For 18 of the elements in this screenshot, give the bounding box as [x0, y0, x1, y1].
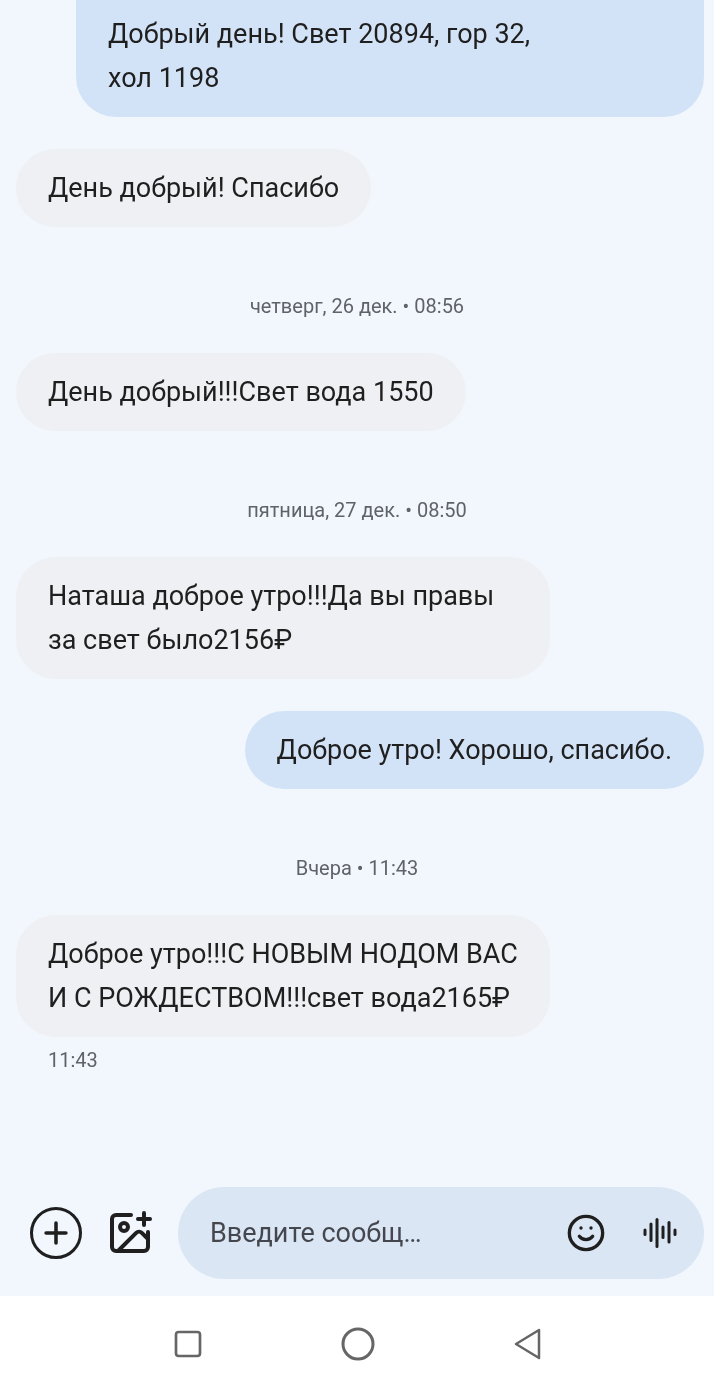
message-input-field[interactable]: Введите сообщ…	[210, 1212, 554, 1254]
received-message-bubble: День добрый! Спасибо	[16, 149, 372, 227]
received-message-bubble: Доброе утро!!!С НОВЫМ НОДОМ ВАС И С РОЖДЕСТВОМ!!!свет вода2165₽	[16, 915, 550, 1037]
received-message-bubble: День добрый!!!Свет вода 1550	[16, 353, 466, 431]
sent-message-bubble: Добрый день! Свет 20894, гор 32, хол 1198	[76, 0, 704, 117]
date-separator: Вчера • 11:43	[295, 855, 419, 882]
emoji-icon[interactable]	[566, 1213, 606, 1253]
message-field[interactable]: Введите сообщ…	[178, 1187, 704, 1279]
home-icon[interactable]	[340, 1326, 376, 1362]
recents-icon[interactable]	[172, 1328, 204, 1360]
message-time: 11:43	[48, 1048, 98, 1072]
date-separator: пятница, 27 дек. • 08:50	[247, 497, 467, 524]
date-separator: четверг, 26 дек. • 08:56	[249, 293, 465, 320]
back-icon[interactable]	[512, 1327, 542, 1361]
received-message-bubble: Наташа доброе утро!!!Да вы правы за свет было2156₽	[16, 557, 550, 679]
add-button[interactable]	[30, 1207, 82, 1259]
sent-message-bubble: Доброе утро! Хорошо, спасибо.	[244, 711, 704, 789]
voice-icon[interactable]	[642, 1215, 678, 1251]
